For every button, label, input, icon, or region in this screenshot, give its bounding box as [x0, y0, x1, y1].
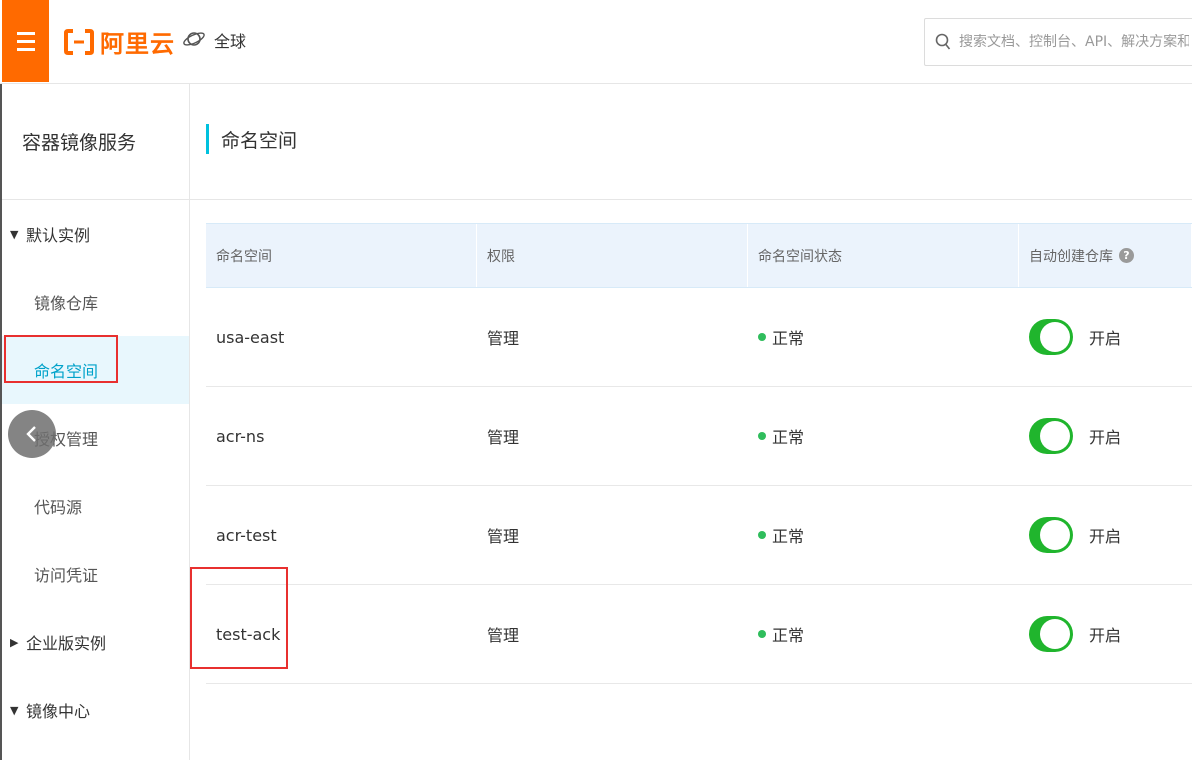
- auto-create-cell: 开启: [1019, 486, 1192, 584]
- search-box[interactable]: [924, 18, 1192, 66]
- table-row: test-ack 管理 正常 开启: [206, 585, 1192, 684]
- table-row: acr-ns 管理 正常 开启: [206, 387, 1192, 486]
- sidebar-item-label: 访问凭证: [34, 566, 99, 585]
- toggle-label: 开启: [1089, 329, 1122, 348]
- status-cell: 正常: [748, 486, 1019, 584]
- status-cell: 正常: [748, 585, 1019, 683]
- auto-create-cell: 开启: [1019, 585, 1192, 683]
- sidebar-item-code-source[interactable]: 代码源: [2, 472, 189, 540]
- sidebar-group-label: 镜像中心: [26, 702, 91, 721]
- aliyun-logo-icon: [64, 28, 94, 55]
- sidebar-item-label: 镜像仓库: [34, 294, 99, 313]
- search-icon: [935, 33, 951, 50]
- sidebar-group-label: 默认实例: [26, 226, 91, 245]
- status-cell: 正常: [748, 387, 1019, 485]
- toggle-label: 开启: [1089, 428, 1122, 447]
- region-selector[interactable]: 全球: [182, 28, 246, 52]
- permission-cell: 管理: [487, 626, 520, 645]
- auto-create-toggle[interactable]: [1029, 418, 1073, 454]
- hamburger-menu-button[interactable]: [2, 0, 49, 82]
- table-row: usa-east 管理 正常 开启: [206, 288, 1192, 387]
- status-text: 正常: [772, 527, 805, 546]
- toggle-label: 开启: [1089, 626, 1122, 645]
- status-text: 正常: [772, 329, 805, 348]
- page-title: 命名空间: [206, 124, 297, 154]
- toggle-label: 开启: [1089, 527, 1122, 546]
- column-header-label: 自动创建仓库: [1029, 248, 1113, 265]
- column-header-status: 命名空间状态: [748, 224, 1019, 287]
- table-row: acr-test 管理 正常 开启: [206, 486, 1192, 585]
- caret-down-icon: ▼: [10, 227, 19, 241]
- help-icon[interactable]: ?: [1119, 248, 1134, 263]
- namespace-table: 命名空间 权限 命名空间状态 自动创建仓库 ? usa-east 管理 正常 开…: [206, 223, 1192, 684]
- menu-line: [16, 47, 35, 51]
- top-bar: 阿里云 全球: [0, 0, 1192, 84]
- status-dot-icon: [758, 630, 766, 638]
- status-dot-icon: [758, 531, 766, 539]
- sidebar-group-default-instance[interactable]: ▼ 默认实例: [2, 200, 189, 268]
- permission-cell: 管理: [487, 527, 520, 546]
- search-input[interactable]: [959, 34, 1189, 50]
- column-header-auto-create: 自动创建仓库 ?: [1019, 224, 1192, 287]
- highlight-box: [190, 567, 288, 669]
- caret-right-icon: ▶: [10, 635, 19, 649]
- column-header-permission: 权限: [477, 224, 748, 287]
- auto-create-toggle[interactable]: [1029, 319, 1073, 355]
- sidebar-group-label: 企业版实例: [26, 634, 107, 653]
- table-header: 命名空间 权限 命名空间状态 自动创建仓库 ?: [206, 224, 1192, 288]
- status-text: 正常: [772, 428, 805, 447]
- permission-cell: 管理: [487, 329, 520, 348]
- status-dot-icon: [758, 333, 766, 341]
- logo-text: 阿里云: [100, 30, 175, 58]
- sidebar-item-label: 代码源: [34, 498, 83, 517]
- chevron-left-icon: [26, 426, 36, 442]
- globe-icon: [183, 32, 205, 46]
- sidebar-item-repositories[interactable]: 镜像仓库: [2, 268, 189, 336]
- region-label: 全球: [214, 32, 247, 51]
- sidebar-item-access-credential[interactable]: 访问凭证: [2, 540, 189, 608]
- namespace-cell: acr-ns: [216, 426, 265, 446]
- page-header: 命名空间: [190, 84, 1192, 200]
- auto-create-cell: 开启: [1019, 288, 1192, 386]
- menu-line: [16, 39, 35, 43]
- aliyun-logo[interactable]: 阿里云: [64, 24, 175, 59]
- sidebar-group-enterprise-instance[interactable]: ▶ 企业版实例: [2, 608, 189, 676]
- highlight-box: [4, 335, 118, 383]
- column-header-namespace: 命名空间: [206, 224, 477, 287]
- sidebar-title: 容器镜像服务: [2, 84, 189, 200]
- status-dot-icon: [758, 432, 766, 440]
- auto-create-toggle[interactable]: [1029, 616, 1073, 652]
- status-text: 正常: [772, 626, 805, 645]
- permission-cell: 管理: [487, 428, 520, 447]
- caret-down-icon: ▼: [10, 703, 19, 717]
- sidebar-group-image-center[interactable]: ▼ 镜像中心: [2, 676, 189, 744]
- auto-create-toggle[interactable]: [1029, 517, 1073, 553]
- back-button[interactable]: [8, 410, 56, 458]
- namespace-cell: usa-east: [216, 327, 285, 347]
- menu-line: [16, 31, 35, 35]
- auto-create-cell: 开启: [1019, 387, 1192, 485]
- status-cell: 正常: [748, 288, 1019, 386]
